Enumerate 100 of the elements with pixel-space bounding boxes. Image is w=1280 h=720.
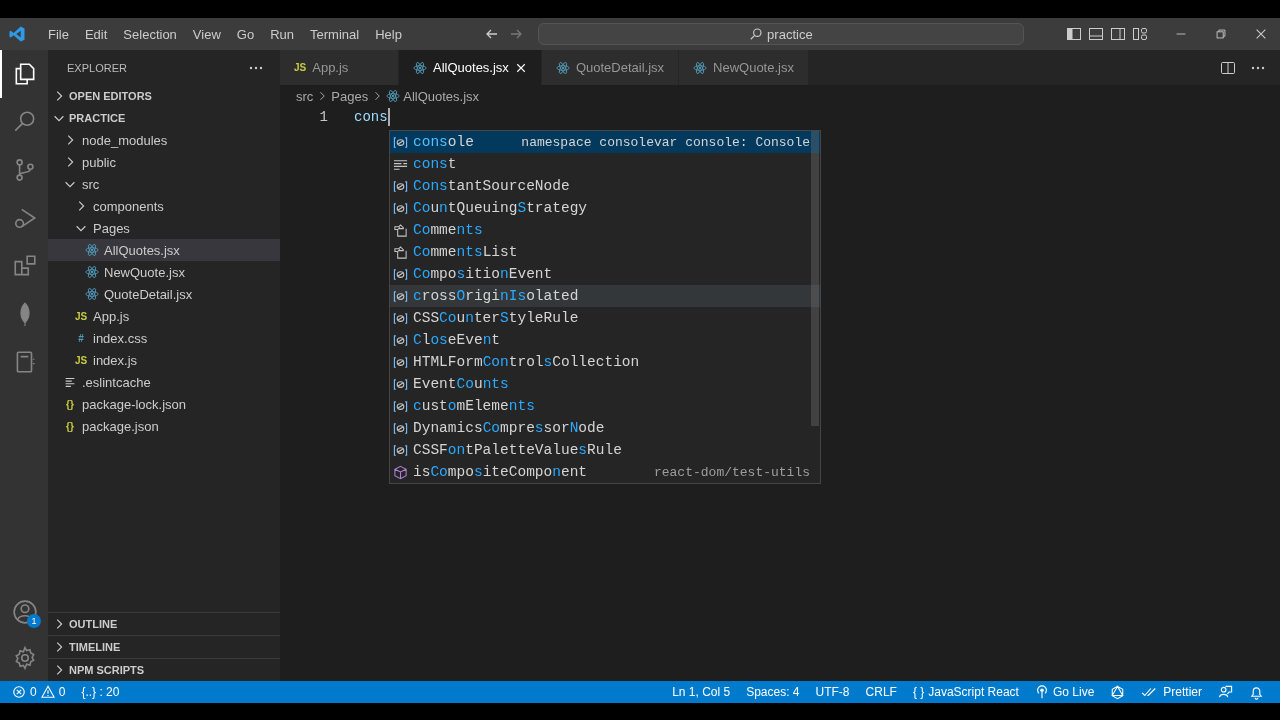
settings-icon[interactable] xyxy=(12,645,38,671)
variable-icon xyxy=(393,178,408,194)
react-file-icon xyxy=(84,287,100,301)
tree-item[interactable]: components xyxy=(48,195,280,217)
go-live-button[interactable]: Go Live xyxy=(1026,685,1103,699)
close-icon[interactable] xyxy=(1254,27,1268,41)
class-icon xyxy=(393,222,408,238)
broadcast-icon xyxy=(1034,685,1049,699)
menu-item[interactable]: Edit xyxy=(76,23,116,45)
menu-item[interactable]: Go xyxy=(228,23,263,45)
tree-item[interactable]: src xyxy=(48,173,280,195)
split-editor-icon[interactable] xyxy=(1220,59,1236,76)
variable-icon xyxy=(393,266,408,282)
tree-item[interactable]: JS App.js xyxy=(48,305,280,327)
status-item[interactable]: CRLF xyxy=(857,685,905,699)
warning-icon xyxy=(40,685,55,699)
react-file-icon xyxy=(386,89,401,103)
react-file-icon xyxy=(84,243,100,257)
menu-item[interactable]: File xyxy=(40,23,77,45)
section-header[interactable]: PRACTICE xyxy=(48,107,280,129)
variable-icon xyxy=(393,332,408,348)
tree-item[interactable]: QuoteDetail.jsx xyxy=(48,283,280,305)
error-icon xyxy=(12,685,26,699)
variable-icon xyxy=(393,134,408,150)
breadcrumb-item[interactable]: Pages xyxy=(331,88,369,104)
variable-icon xyxy=(393,288,408,304)
tree-item[interactable]: .eslintcache xyxy=(48,371,280,393)
restore-icon[interactable] xyxy=(1214,27,1228,41)
suggestion-item[interactable]: HTMLFormControlsCollection xyxy=(390,351,820,373)
notification-badge: 1 xyxy=(27,614,41,628)
panel-title: EXPLORER xyxy=(67,61,127,74)
tree-item[interactable]: NewQuote.jsx xyxy=(48,261,280,283)
line-number: 1 xyxy=(318,109,328,125)
editor-tab[interactable]: AllQuotes.jsx xyxy=(399,50,542,85)
status-item[interactable]: UTF-8 xyxy=(807,685,858,699)
code-text: cons xyxy=(354,109,388,125)
status-item[interactable]: Ln 1, Col 5 xyxy=(664,685,739,699)
suggestion-item[interactable]: CSSFontPaletteValuesRule xyxy=(390,439,820,461)
suggestion-item[interactable]: ConstantSourceNode xyxy=(390,175,820,197)
tree-item[interactable]: {} package-lock.json xyxy=(48,393,280,415)
suggestion-item[interactable]: CompositionEvent xyxy=(390,263,820,285)
react-file-icon xyxy=(84,265,100,279)
menu-item[interactable]: View xyxy=(184,23,229,45)
suggestion-item[interactable]: CSSCounterStyleRule xyxy=(390,307,820,329)
prettier-status[interactable]: Prettier xyxy=(1133,685,1210,699)
section-header[interactable]: TIMELINE xyxy=(48,635,280,658)
editor-tab[interactable]: JS App.js xyxy=(280,50,399,85)
editor-tab[interactable]: NewQuote.jsx xyxy=(679,50,809,85)
menu-item[interactable]: Help xyxy=(367,23,410,45)
language-mode[interactable]: { } JavaScript React xyxy=(904,685,1027,699)
breadcrumb-item[interactable]: AllQuotes.jsx xyxy=(403,88,480,104)
react-file-icon xyxy=(693,60,708,75)
menu-item[interactable]: Run xyxy=(262,23,302,45)
close-icon[interactable] xyxy=(514,61,527,74)
react-file-icon xyxy=(555,60,570,75)
secondary-sidebar-icon[interactable] xyxy=(1110,26,1126,42)
tree-item[interactable]: # index.css xyxy=(48,327,280,349)
suggestion-item[interactable]: isCompositeComponent react-dom/test-utils xyxy=(390,461,820,483)
variable-icon xyxy=(393,398,408,414)
variable-icon xyxy=(393,354,408,370)
suggestion-item[interactable]: CloseEvent xyxy=(390,329,820,351)
tree-item[interactable]: node_modules xyxy=(48,129,280,151)
status-item[interactable]: {..} : 20 xyxy=(73,685,128,699)
section-header[interactable]: OPEN EDITORS xyxy=(48,85,280,107)
suggestion-item[interactable]: console namespace consolevar console: Console xyxy=(390,131,820,153)
app-logo-icon[interactable] xyxy=(8,25,26,43)
tree-item[interactable]: public xyxy=(48,151,280,173)
breadcrumb-item[interactable]: src xyxy=(296,88,314,104)
account-icon[interactable] xyxy=(12,599,38,625)
menu-item[interactable]: Terminal xyxy=(302,23,368,45)
variable-icon xyxy=(393,442,408,458)
suggestion-item[interactable]: customElements xyxy=(390,395,820,417)
variable-icon xyxy=(393,420,408,436)
tree-item[interactable]: {} package.json xyxy=(48,415,280,437)
suggestion-item[interactable]: Comments xyxy=(390,219,820,241)
suggestion-item[interactable]: crossOriginIsolated xyxy=(390,285,820,307)
problems-indicator[interactable]: 0 0 xyxy=(0,685,74,699)
status-item[interactable]: Spaces: 4 xyxy=(738,685,808,699)
panel-layout-icon[interactable] xyxy=(1088,26,1104,42)
cube-icon xyxy=(393,464,408,480)
search-field[interactable]: practice xyxy=(537,23,1024,45)
suggestion-item[interactable]: CommentsList xyxy=(390,241,820,263)
variable-icon xyxy=(393,376,408,392)
tree-item[interactable]: Pages xyxy=(48,217,280,239)
search-icon xyxy=(749,27,764,41)
editor-tab[interactable]: QuoteDetail.jsx xyxy=(541,50,680,85)
suggestion-item[interactable]: EventCounts xyxy=(390,373,820,395)
menu-item[interactable]: Selection xyxy=(115,23,185,45)
variable-icon xyxy=(393,200,408,216)
suggestion-item[interactable]: DynamicsCompressorNode xyxy=(390,417,820,439)
scrollbar-thumb[interactable] xyxy=(811,131,819,426)
section-header[interactable]: OUTLINE xyxy=(48,612,280,635)
suggestion-item[interactable]: CountQueuingStrategy xyxy=(390,197,820,219)
sidebar-layout-icon[interactable] xyxy=(1066,26,1082,42)
tree-item[interactable]: AllQuotes.jsx xyxy=(48,239,280,261)
tree-item[interactable]: JS index.js xyxy=(48,349,280,371)
variable-icon xyxy=(393,310,408,326)
class-icon xyxy=(393,244,408,260)
customize-layout-icon[interactable] xyxy=(1132,26,1148,42)
suggestion-item[interactable]: const xyxy=(390,153,820,175)
